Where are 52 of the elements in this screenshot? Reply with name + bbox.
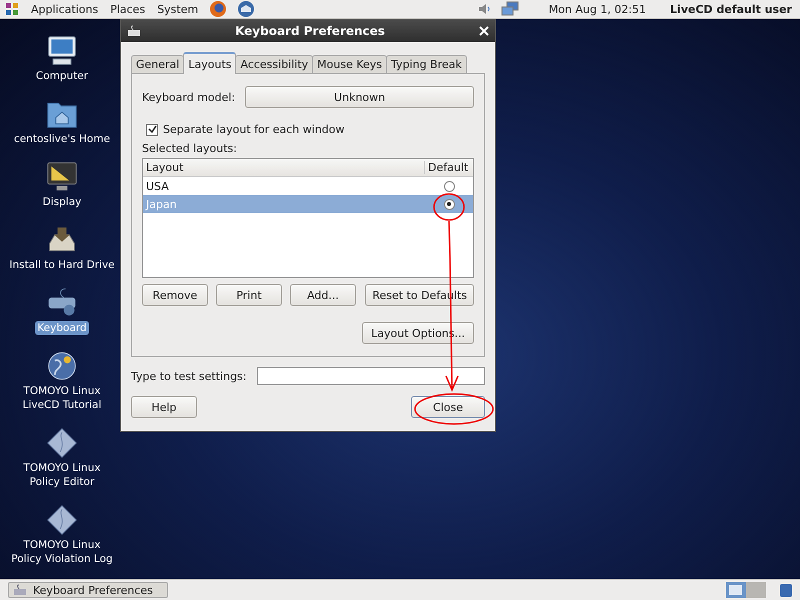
computer-icon bbox=[46, 35, 78, 67]
clock[interactable]: Mon Aug 1, 02:51 bbox=[548, 2, 646, 16]
tab[interactable]: Typing Break bbox=[386, 55, 467, 73]
list-button[interactable]: Print bbox=[216, 284, 282, 306]
tab[interactable]: Layouts bbox=[183, 52, 236, 74]
checkbox[interactable] bbox=[146, 124, 158, 136]
display-icon bbox=[46, 161, 78, 193]
taskbar-button[interactable]: Keyboard Preferences bbox=[8, 582, 168, 598]
tab[interactable]: General bbox=[131, 55, 184, 73]
keyboard-icon bbox=[127, 25, 141, 37]
model-button[interactable]: Unknown bbox=[245, 86, 474, 108]
diamond-icon bbox=[46, 427, 78, 459]
workspace-switcher-icon[interactable] bbox=[726, 582, 766, 598]
panel-menu[interactable]: System bbox=[156, 2, 200, 16]
radio-button[interactable] bbox=[444, 180, 454, 192]
list-button[interactable]: Add... bbox=[290, 284, 356, 306]
window-title: Keyboard Preferences bbox=[234, 24, 386, 38]
checkbox-label[interactable]: Separate layout for each window bbox=[163, 123, 345, 136]
desktop-icon-label[interactable]: TOMOYO Linux Policy Violation Log bbox=[9, 538, 115, 566]
network-icon[interactable] bbox=[500, 1, 519, 17]
help-button[interactable]: Help bbox=[131, 396, 197, 418]
section-label: Selected layouts: bbox=[142, 142, 238, 155]
list-button[interactable]: Remove bbox=[142, 284, 208, 306]
table-row[interactable]: USA bbox=[143, 177, 473, 195]
close-icon[interactable] bbox=[479, 26, 489, 36]
highlight-circle bbox=[433, 193, 465, 221]
user-name[interactable]: LiveCD default user bbox=[670, 2, 792, 16]
volume-icon[interactable] bbox=[476, 2, 491, 16]
column-header[interactable]: Layout bbox=[143, 161, 424, 174]
desktop-icon-label[interactable]: TOMOYO Linux Policy Editor bbox=[21, 461, 103, 489]
panel-menu[interactable]: Places bbox=[109, 2, 146, 16]
panel-menu[interactable]: Applications bbox=[30, 2, 100, 16]
desktop-icon-label[interactable]: Install to Hard Drive bbox=[7, 258, 117, 272]
keyboard-icon bbox=[13, 584, 27, 596]
field-label: Type to test settings: bbox=[131, 370, 246, 382]
table-cell-text: USA bbox=[145, 180, 170, 192]
column-header[interactable]: Default bbox=[424, 161, 473, 174]
desktop-icon-label[interactable]: centoslive's Home bbox=[12, 132, 112, 146]
tab[interactable]: Mouse Keys bbox=[312, 55, 388, 73]
desktop-icon-label[interactable]: Computer bbox=[34, 69, 90, 83]
browser-icon[interactable] bbox=[209, 0, 228, 18]
field-label: Keyboard model: bbox=[142, 90, 236, 104]
table-cell-text: Japan bbox=[144, 198, 178, 210]
radio-button[interactable] bbox=[444, 198, 454, 210]
close-button[interactable]: Close bbox=[411, 396, 485, 418]
tab[interactable]: Accessibility bbox=[235, 55, 314, 73]
diamond-icon bbox=[46, 504, 78, 536]
globe-icon bbox=[46, 350, 78, 382]
test-input-field[interactable] bbox=[256, 367, 485, 385]
desktop-icon-label[interactable]: Display bbox=[40, 195, 84, 209]
desktop-icon-label[interactable]: TOMOYO Linux LiveCD Tutorial bbox=[20, 384, 104, 412]
distro-logo-icon[interactable] bbox=[4, 1, 20, 17]
